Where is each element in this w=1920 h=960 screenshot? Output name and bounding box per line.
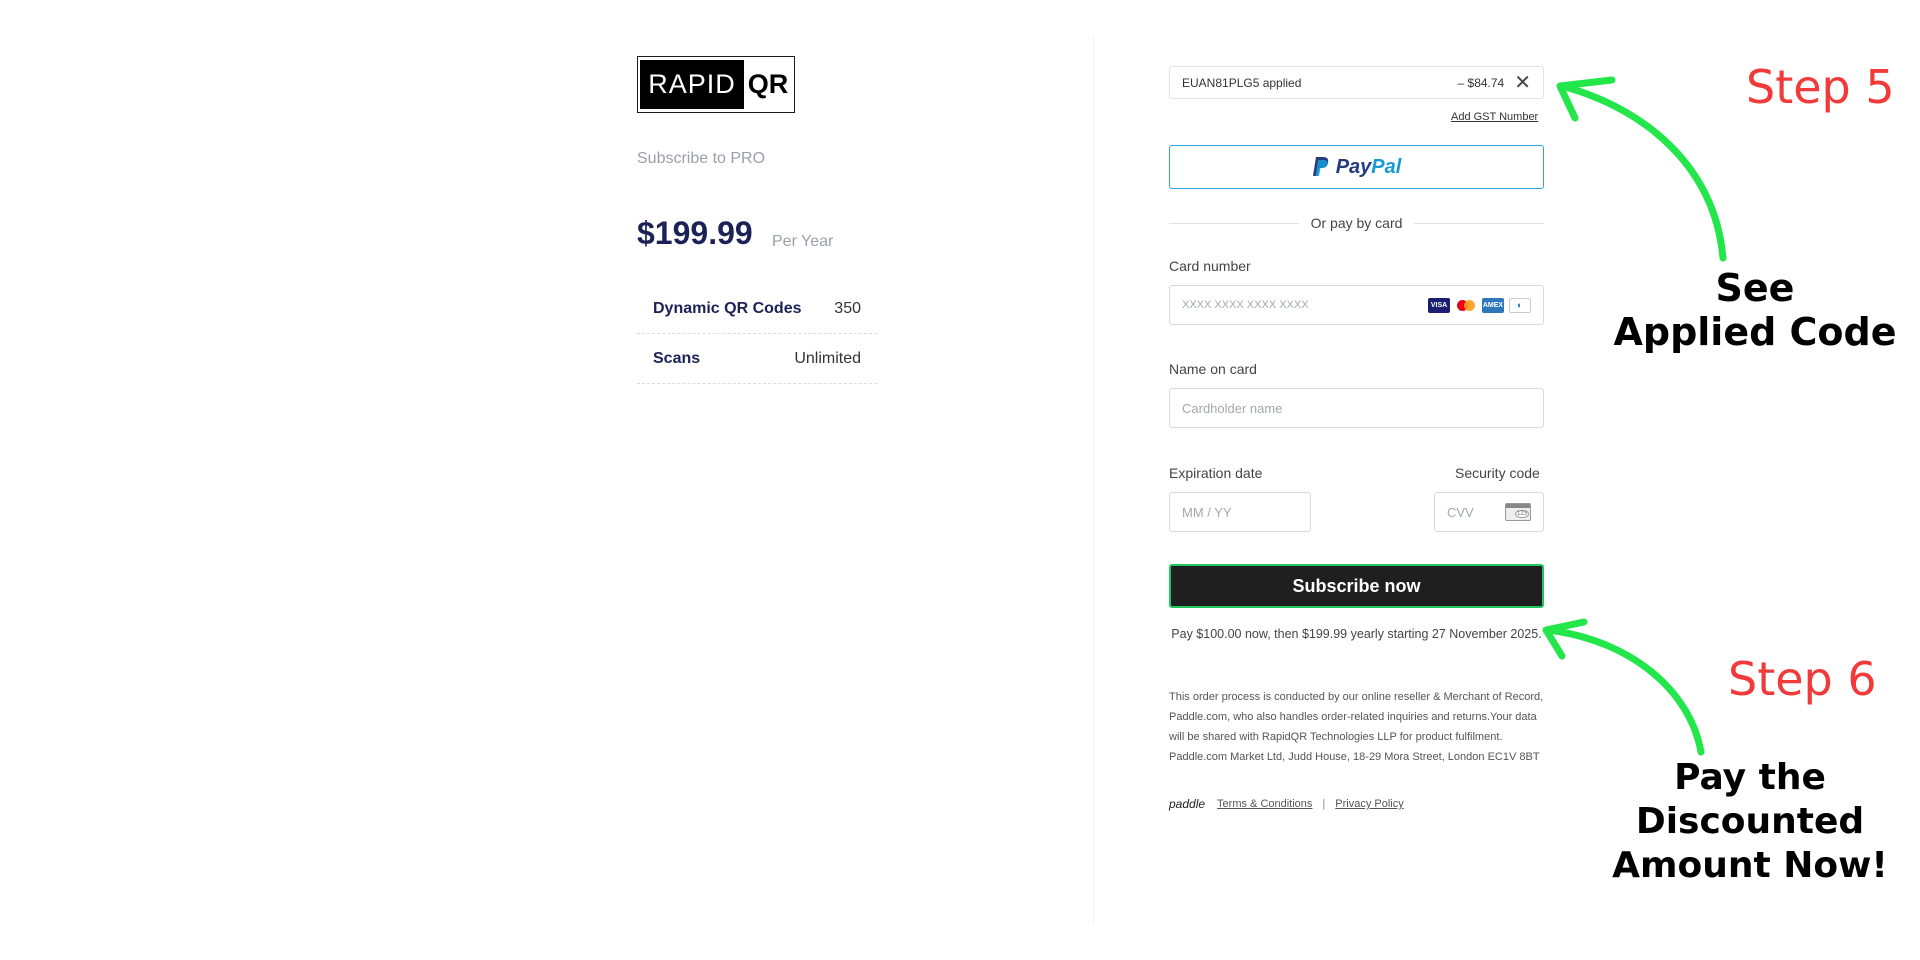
see-applied-code-note: See Applied Code: [1613, 266, 1897, 354]
step6-label: Step 6: [1728, 652, 1877, 706]
arrow-to-button: [1544, 626, 1705, 756]
step5-label: Step 5: [1746, 60, 1895, 114]
arrow-to-coupon: [1558, 82, 1727, 262]
pay-discounted-note: Pay the Discounted Amount Now!: [1612, 757, 1888, 886]
